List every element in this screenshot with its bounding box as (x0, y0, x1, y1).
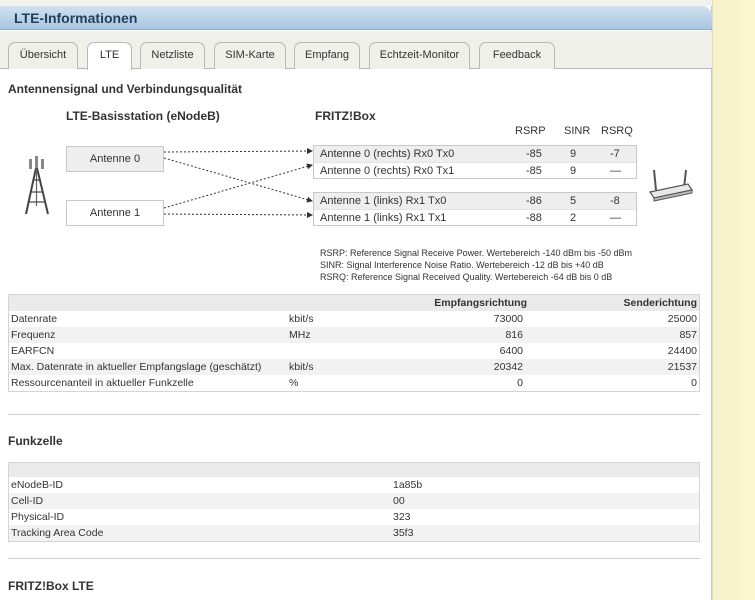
rx-row: Antenne 1 (links) Rx1 Tx1 -88 2 — (314, 209, 636, 225)
sinr-value: 9 (570, 165, 577, 177)
rsrq-value: -8 (610, 195, 620, 207)
row-label: EARFCN (11, 345, 55, 357)
row-label: Datenrate (11, 313, 58, 325)
table-row: Physical-ID 323 (9, 509, 699, 525)
row-label: Tracking Area Code (11, 527, 104, 539)
antenna-1-box: Antenne 1 (66, 200, 164, 226)
tab-lte[interactable]: LTE (87, 42, 132, 70)
tab-echtzeit-monitor[interactable]: Echtzeit-Monitor (369, 42, 470, 69)
cell-table: eNodeB-ID 1a85b Cell-ID 00 Physical-ID 3… (8, 462, 700, 542)
row-label: Max. Datenrate in aktueller Empfangslage… (11, 361, 262, 373)
table-row: Ressourcenanteil in aktueller Funkzelle … (9, 375, 699, 391)
rx-row: Antenne 1 (links) Rx1 Tx0 -86 5 -8 (314, 193, 636, 209)
table-row: Frequenz MHz 816 857 (9, 327, 699, 343)
rx-label: Antenne 0 (rechts) Rx0 Tx1 (320, 165, 455, 177)
table-header-row (9, 463, 699, 477)
tab-empfang[interactable]: Empfang (294, 42, 360, 69)
antenna-0-box: Antenne 0 (66, 146, 164, 172)
row-rx-value: 73000 (493, 313, 523, 325)
row-label: eNodeB-ID (11, 479, 63, 491)
table-row: Tracking Area Code 35f3 (9, 525, 699, 541)
legend-rsrq: RSRQ: Reference Signal Received Quality.… (320, 272, 613, 282)
rx-group-antenna-1: Antenne 1 (links) Rx1 Tx0 -86 5 -8 Anten… (313, 192, 637, 226)
fritzbox-section-heading: FRITZ!Box LTE (8, 579, 94, 593)
row-rx-value: 816 (505, 329, 523, 341)
rates-table: Empfangsrichtung Senderichtung Datenrate… (8, 294, 700, 392)
legend-sinr: SINR: Signal Interference Noise Ratio. W… (320, 260, 604, 270)
row-tx-value: 24400 (667, 345, 697, 357)
sinr-value: 5 (570, 195, 577, 207)
rsrp-value: -86 (526, 195, 542, 207)
rx-label: Antenne 1 (links) Rx1 Tx1 (320, 212, 447, 224)
table-row: Cell-ID 00 (9, 493, 699, 509)
rx-label: Antenne 1 (links) Rx1 Tx0 (320, 195, 447, 207)
tab-sim-karte[interactable]: SIM-Karte (214, 42, 286, 69)
section-divider (8, 558, 700, 559)
rx-column-header: Empfangsrichtung (434, 297, 527, 309)
row-value: 00 (393, 495, 405, 507)
row-label: Cell-ID (11, 495, 44, 507)
cell-section-heading: Funkzelle (8, 434, 63, 448)
tx-column-header: Senderichtung (623, 297, 697, 309)
row-unit: kbit/s (289, 361, 314, 373)
tab-bar: Übersicht LTE Netzliste SIM-Karte Empfan… (0, 31, 712, 70)
rx-row: Antenne 0 (rechts) Rx0 Tx1 -85 9 — (314, 162, 636, 178)
cell-tower-icon (25, 156, 49, 215)
row-label: Frequenz (11, 329, 56, 341)
table-row: Datenrate kbit/s 73000 25000 (9, 311, 699, 327)
col-sinr-header: SINR (564, 125, 591, 137)
row-rx-value: 6400 (499, 345, 523, 357)
side-panel (712, 0, 755, 600)
row-tx-value: 0 (691, 377, 697, 389)
row-tx-value: 25000 (667, 313, 697, 325)
window-titlebar: LTE-Informationen (0, 6, 712, 30)
rsrq-value: — (610, 212, 621, 224)
rsrp-value: -85 (526, 148, 542, 160)
page-title: LTE-Informationen (14, 10, 138, 26)
rsrp-value: -85 (526, 165, 542, 177)
row-label: Ressourcenanteil in aktueller Funkzelle (11, 377, 194, 389)
row-rx-value: 0 (517, 377, 523, 389)
row-label: Physical-ID (11, 511, 65, 523)
rsrq-value: -7 (610, 148, 620, 160)
row-unit: MHz (289, 329, 311, 341)
legend-rsrp: RSRP: Reference Signal Receive Power. We… (320, 248, 632, 258)
fritzbox-label: FRITZ!Box (315, 109, 376, 123)
rsrp-value: -88 (526, 212, 542, 224)
table-row: EARFCN 6400 24400 (9, 343, 699, 359)
row-value: 35f3 (393, 527, 414, 539)
row-tx-value: 857 (679, 329, 697, 341)
table-row: eNodeB-ID 1a85b (9, 477, 699, 493)
col-rsrp-header: RSRP (515, 125, 546, 137)
tab-uebersicht[interactable]: Übersicht (8, 42, 78, 69)
table-header-row: Empfangsrichtung Senderichtung (9, 295, 699, 311)
main-panel: LTE-Informationen Übersicht LTE Netzlist… (0, 6, 712, 600)
row-rx-value: 20342 (493, 361, 523, 373)
tab-netzliste[interactable]: Netzliste (140, 42, 205, 69)
row-value: 323 (393, 511, 411, 523)
rx-label: Antenne 0 (rechts) Rx0 Tx0 (320, 148, 455, 160)
table-row: Max. Datenrate in aktueller Empfangslage… (9, 359, 699, 375)
router-icon (649, 169, 693, 202)
basestation-label: LTE-Basisstation (eNodeB) (66, 109, 220, 123)
tab-feedback[interactable]: Feedback (479, 42, 555, 69)
rx-group-antenna-0: Antenne 0 (rechts) Rx0 Tx0 -85 9 -7 Ante… (313, 145, 637, 179)
rx-row: Antenne 0 (rechts) Rx0 Tx0 -85 9 -7 (314, 146, 636, 162)
antenna-connection-lines (163, 148, 313, 218)
sinr-value: 9 (570, 148, 577, 160)
col-rsrq-header: RSRQ (601, 125, 633, 137)
sinr-value: 2 (570, 212, 577, 224)
row-unit: % (289, 377, 299, 389)
row-unit: kbit/s (289, 313, 314, 325)
row-value: 1a85b (393, 479, 423, 491)
rsrq-value: — (610, 165, 621, 177)
signal-section-heading: Antennensignal und Verbindungsqualität (8, 82, 243, 96)
row-tx-value: 21537 (667, 361, 697, 373)
section-divider (8, 414, 700, 415)
